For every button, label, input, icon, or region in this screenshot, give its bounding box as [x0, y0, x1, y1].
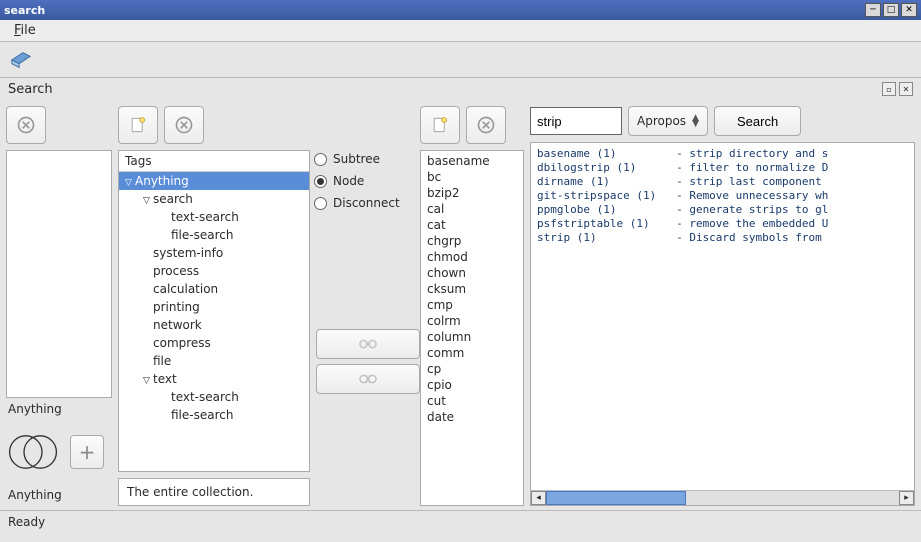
tree-node-network[interactable]: network	[119, 316, 309, 334]
tree-node-text-search[interactable]: text-search	[119, 388, 309, 406]
clear-collection-button[interactable]	[6, 106, 46, 144]
collection-caption-1: Anything	[6, 398, 112, 420]
command-cmp[interactable]: cmp	[421, 297, 523, 313]
chevron-updown-icon: ▲▼	[692, 115, 699, 127]
tags-header: Tags	[119, 151, 309, 172]
tree-node-text-search[interactable]: text-search	[119, 208, 309, 226]
venn-row: +	[6, 420, 112, 484]
collection-column: Anything + Anything	[6, 106, 118, 506]
tags-column: Tags ▽ Anything▽ searchtext-searchfile-s…	[118, 106, 310, 506]
window-title: search	[4, 4, 863, 17]
scroll-thumb[interactable]	[546, 491, 686, 505]
add-set-button[interactable]: +	[70, 435, 104, 469]
results-box: basename (1) - strip directory and s dbi…	[530, 142, 915, 506]
link-button[interactable]	[316, 329, 420, 359]
commands-column: basenamebcbzip2calcatchgrpchmodchowncksu…	[420, 106, 524, 506]
minimize-button[interactable]: ─	[865, 3, 881, 17]
radio-subtree[interactable]: Subtree	[314, 148, 416, 170]
collection-caption-2: Anything	[6, 484, 112, 506]
close-button[interactable]: ✕	[901, 3, 917, 17]
radio-disconnect[interactable]: Disconnect	[314, 192, 416, 214]
menu-file[interactable]: File	[8, 21, 42, 40]
app-icon	[10, 49, 32, 71]
tree-node-printing[interactable]: printing	[119, 298, 309, 316]
tree-node-anything[interactable]: ▽ Anything	[119, 172, 309, 190]
titlebar: search ─ □ ✕	[0, 0, 921, 20]
command-chgrp[interactable]: chgrp	[421, 233, 523, 249]
command-bzip2[interactable]: bzip2	[421, 185, 523, 201]
results-hscrollbar[interactable]: ◂ ▸	[531, 490, 914, 505]
mode-column: Subtree Node Disconnect	[310, 106, 420, 506]
tree-node-compress[interactable]: compress	[119, 334, 309, 352]
panel-header: Search ▫ ✕	[0, 78, 921, 100]
statusbar: Ready	[0, 510, 921, 532]
command-cat[interactable]: cat	[421, 217, 523, 233]
command-cal[interactable]: cal	[421, 201, 523, 217]
search-mode-select[interactable]: Apropos ▲▼	[628, 106, 708, 136]
command-chown[interactable]: chown	[421, 265, 523, 281]
tags-tree: Tags ▽ Anything▽ searchtext-searchfile-s…	[118, 150, 310, 472]
tree-node-file[interactable]: file	[119, 352, 309, 370]
panel-title: Search	[8, 82, 879, 97]
command-cp[interactable]: cp	[421, 361, 523, 377]
search-input[interactable]	[530, 107, 622, 135]
search-row: Apropos ▲▼ Search	[530, 106, 915, 136]
command-chmod[interactable]: chmod	[421, 249, 523, 265]
scroll-right-icon[interactable]: ▸	[899, 491, 914, 505]
command-cpio[interactable]: cpio	[421, 377, 523, 393]
command-cut[interactable]: cut	[421, 393, 523, 409]
clear-tag-button[interactable]	[164, 106, 204, 144]
toolbar	[0, 42, 921, 78]
tree-node-text[interactable]: ▽ text	[119, 370, 309, 388]
collection-view[interactable]	[6, 150, 112, 398]
clear-command-button[interactable]	[466, 106, 506, 144]
panel-close-icon[interactable]: ✕	[899, 82, 913, 96]
tree-node-system-info[interactable]: system-info	[119, 244, 309, 262]
tree-node-calculation[interactable]: calculation	[119, 280, 309, 298]
main-content: Anything + Anything Tags ▽ Anything▽ sea…	[0, 100, 921, 510]
new-tag-button[interactable]	[118, 106, 158, 144]
command-bc[interactable]: bc	[421, 169, 523, 185]
command-column[interactable]: column	[421, 329, 523, 345]
venn-icon	[6, 425, 60, 479]
command-colrm[interactable]: colrm	[421, 313, 523, 329]
tree-node-process[interactable]: process	[119, 262, 309, 280]
maximize-button[interactable]: □	[883, 3, 899, 17]
search-button[interactable]: Search	[714, 106, 801, 136]
tree-node-search[interactable]: ▽ search	[119, 190, 309, 208]
menubar: File	[0, 20, 921, 42]
tags-tooltip: The entire collection.	[118, 478, 310, 506]
search-column: Apropos ▲▼ Search basename (1) - strip d…	[524, 106, 915, 506]
tree-node-file-search[interactable]: file-search	[119, 406, 309, 424]
command-basename[interactable]: basename	[421, 153, 523, 169]
status-text: Ready	[8, 515, 45, 529]
unlink-button[interactable]	[316, 364, 420, 394]
new-command-button[interactable]	[420, 106, 460, 144]
tags-tree-scroll[interactable]: ▽ Anything▽ searchtext-searchfile-search…	[119, 172, 309, 471]
command-date[interactable]: date	[421, 409, 523, 425]
command-cksum[interactable]: cksum	[421, 281, 523, 297]
panel-restore-icon[interactable]: ▫	[882, 82, 896, 96]
tree-node-file-search[interactable]: file-search	[119, 226, 309, 244]
results-text[interactable]: basename (1) - strip directory and s dbi…	[531, 143, 914, 249]
commands-list[interactable]: basenamebcbzip2calcatchgrpchmodchowncksu…	[420, 150, 524, 506]
radio-node[interactable]: Node	[314, 170, 416, 192]
command-comm[interactable]: comm	[421, 345, 523, 361]
scroll-left-icon[interactable]: ◂	[531, 491, 546, 505]
